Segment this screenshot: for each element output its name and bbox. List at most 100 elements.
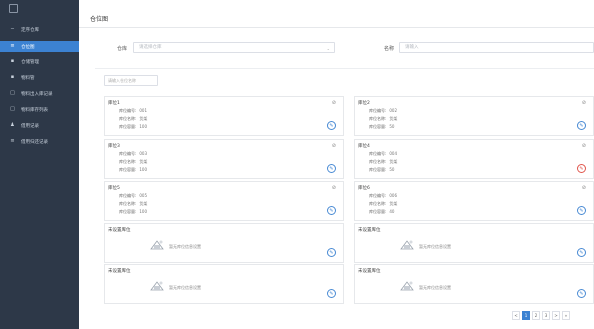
field-value: 100 <box>139 167 147 172</box>
field-value: 50 <box>389 167 395 172</box>
empty-location-card: 未设置库位暂无库位信息设置 ✎ <box>354 223 594 263</box>
name-input[interactable]: 请输入 <box>399 42 594 53</box>
card-title: 库位5 <box>108 186 120 191</box>
card-field: 库位名称: 货架 <box>119 116 147 122</box>
jump-page-button[interactable]: » <box>562 311 570 320</box>
divider <box>95 68 594 69</box>
list-icon: ≡ <box>10 138 15 144</box>
delete-icon[interactable]: ⊘ <box>332 185 336 191</box>
edit-icon[interactable]: ✎ <box>327 289 336 298</box>
sidebar-item[interactable]: □ 物料库存列表 <box>0 104 79 115</box>
minus-icon: − <box>10 26 15 32</box>
field-label: 库位容量: <box>119 209 137 214</box>
field-label: 库位名称: <box>119 116 137 121</box>
delete-icon[interactable]: ⊘ <box>582 143 586 149</box>
card-field: 库位容量: 100 <box>119 209 147 215</box>
field-value: 货架 <box>389 116 398 121</box>
field-label: 库位编号: <box>119 151 137 156</box>
field-value: 100 <box>139 124 147 129</box>
sidebar-item-label: 物料库存列表 <box>21 107 48 113</box>
sidebar-item-label: 物料出入库记录 <box>21 91 53 97</box>
card-field: 库位名称: 货架 <box>369 116 397 122</box>
card-title: 库位3 <box>108 144 120 149</box>
location-card: 库位3 ⊘ 库位编号: 003 库位名称: 货架 库位容量: 100 ✎ <box>104 139 344 179</box>
empty-illustration-icon <box>399 236 415 250</box>
field-value: 001 <box>139 108 147 113</box>
field-label: 库位名称: <box>119 201 137 206</box>
edit-icon[interactable]: ✎ <box>577 206 586 215</box>
field-value: 006 <box>389 193 397 198</box>
sidebar-item[interactable]: ▪ 仓储管理 <box>0 56 79 67</box>
edit-icon[interactable]: ✎ <box>577 289 586 298</box>
empty-text: 暂无库位信息设置 <box>169 244 201 249</box>
sidebar-item[interactable]: − 定序仓库 <box>0 24 79 35</box>
card-field: 库位编号: 003 <box>119 151 147 157</box>
empty-illustration-icon <box>149 236 165 250</box>
edit-icon[interactable]: ✎ <box>327 121 336 130</box>
card-field: 库位名称: 货架 <box>119 159 147 165</box>
field-label: 库位容量: <box>119 167 137 172</box>
card-field: 库位容量: 100 <box>119 124 147 130</box>
field-label: 库位容量: <box>369 209 387 214</box>
empty-text: 暂无库位信息设置 <box>419 244 451 249</box>
empty-location-card: 未设置库位暂无库位信息设置 ✎ <box>104 223 344 263</box>
delete-icon[interactable]: ⊘ <box>332 143 336 149</box>
card-title: 未设置库位 <box>358 228 381 233</box>
sidebar-item-label: 仓位图 <box>21 44 35 50</box>
sidebar-item[interactable]: ♟ 借用记录 <box>0 120 79 131</box>
chevron-down-icon: ⌄ <box>326 46 330 51</box>
sidebar-item[interactable]: ▪ 物料管 <box>0 72 79 83</box>
location-card: 库位1 ⊘ 库位编号: 001 库位名称: 货架 库位容量: 100 ✎ <box>104 96 344 136</box>
card-field: 库位容量: 50 <box>369 124 394 130</box>
delete-icon[interactable]: ⊘ <box>332 100 336 106</box>
edit-icon[interactable]: ✎ <box>577 248 586 257</box>
card-field: 库位编号: 002 <box>369 108 397 114</box>
field-value: 40 <box>389 209 395 214</box>
search-input-placeholder: 请输入仓位名称 <box>108 78 136 83</box>
card-title: 未设置库位 <box>358 269 381 274</box>
edit-icon[interactable]: ✎ <box>327 164 336 173</box>
edit-icon[interactable]: ✎ <box>577 121 586 130</box>
edit-icon[interactable]: ✎ <box>327 206 336 215</box>
field-value: 货架 <box>389 159 398 164</box>
field-label: 库位名称: <box>369 159 387 164</box>
page-button[interactable]: 2 <box>532 311 540 320</box>
field-value: 货架 <box>139 201 148 206</box>
search-input[interactable]: 请输入仓位名称 <box>104 75 158 86</box>
field-value: 货架 <box>139 159 148 164</box>
sidebar-item[interactable]: ≡ 仓位图 <box>0 41 79 52</box>
card-field: 库位名称: 货架 <box>369 201 397 207</box>
sidebar-item[interactable]: ≡ 借用归还记录 <box>0 136 79 147</box>
delete-icon[interactable]: ⊘ <box>582 185 586 191</box>
field-value: 50 <box>389 124 395 129</box>
card-title: 未设置库位 <box>108 228 131 233</box>
sidebar: − 定序仓库 ≡ 仓位图 ▪ 仓储管理 ▪ 物料管 □ 物料出入库记录 □ 物料库存列表 ♟ 借用记录 ≡ 借… <box>0 0 79 329</box>
edit-icon[interactable]: ✎ <box>327 248 336 257</box>
doc-icon: □ <box>10 106 15 112</box>
location-card: 库位2 ⊘ 库位编号: 002 库位名称: 货架 库位容量: 50 ✎ <box>354 96 594 136</box>
card-title: 库位4 <box>358 144 370 149</box>
page-button[interactable]: 1 <box>522 311 530 320</box>
prev-page-button[interactable]: < <box>512 311 520 320</box>
field-label: 库位容量: <box>369 167 387 172</box>
field-value: 002 <box>389 108 397 113</box>
card-field: 库位容量: 50 <box>369 167 394 173</box>
logo-icon <box>9 4 18 13</box>
sidebar-item-label: 仓储管理 <box>21 59 39 65</box>
card-title: 库位1 <box>108 101 120 106</box>
card-field: 库位容量: 40 <box>369 209 394 215</box>
sidebar-item[interactable]: □ 物料出入库记录 <box>0 88 79 99</box>
delete-icon[interactable]: ⊘ <box>582 100 586 106</box>
card-title: 库位6 <box>358 186 370 191</box>
doc-icon: □ <box>10 90 15 96</box>
card-field: 库位编号: 004 <box>369 151 397 157</box>
warehouse-select[interactable]: 请选择仓库 ⌄ <box>133 42 335 53</box>
field-value: 货架 <box>139 116 148 121</box>
page-button[interactable]: 3 <box>542 311 550 320</box>
location-card: 库位4 ⊘ 库位编号: 004 库位名称: 货架 库位容量: 50 ✎ <box>354 139 594 179</box>
next-page-button[interactable]: > <box>552 311 560 320</box>
empty-location-card: 未设置库位 暂无库位信息设置 ✎ <box>104 264 344 304</box>
empty-text: 暂无库位信息设置 <box>169 285 201 290</box>
app: − 定序仓库 ≡ 仓位图 ▪ 仓储管理 ▪ 物料管 □ 物料出入库记录 □ 物料库存列表 ♟ 借用记录 ≡ 借… <box>0 0 594 329</box>
edit-icon[interactable]: ✎ <box>577 164 586 173</box>
